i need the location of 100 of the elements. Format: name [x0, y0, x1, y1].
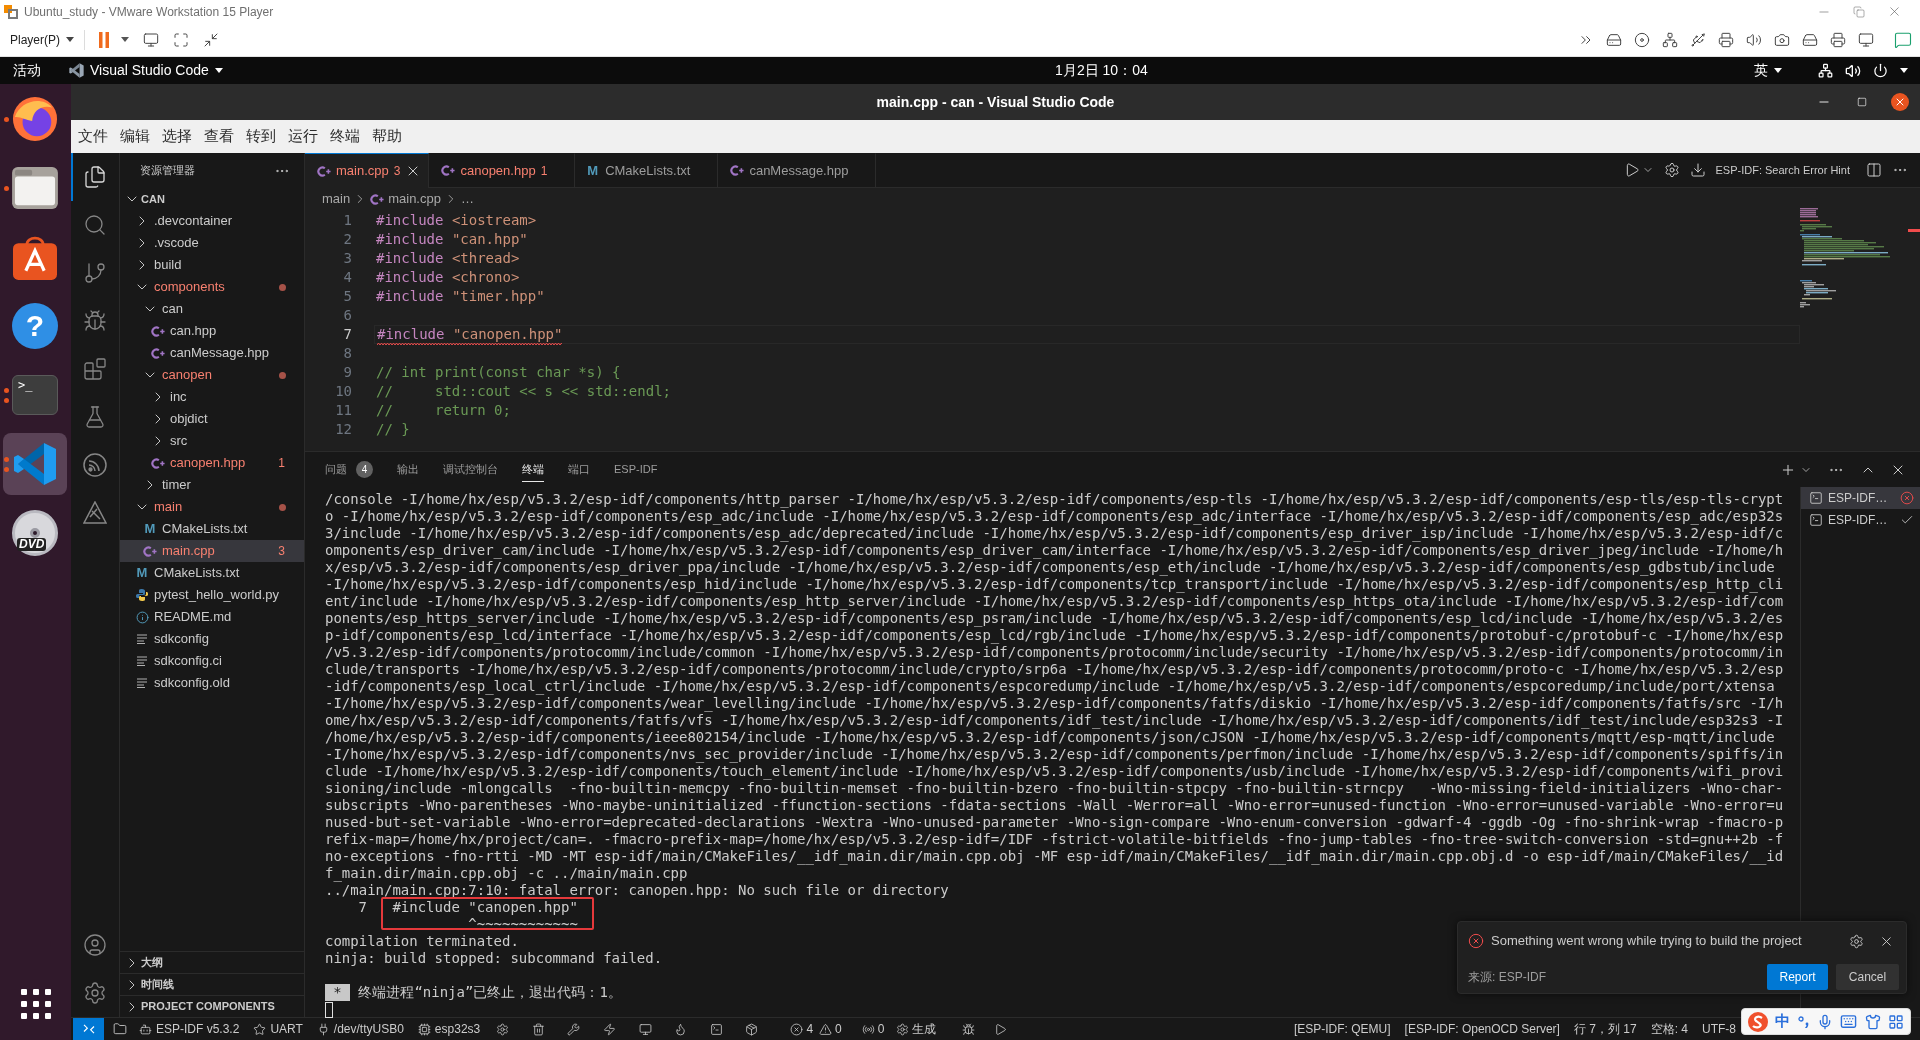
maximize-icon[interactable] — [1857, 97, 1867, 107]
folder-icon[interactable] — [113, 1022, 127, 1036]
player-menu[interactable]: Player(P) — [6, 27, 78, 52]
network-icon[interactable] — [1662, 31, 1678, 48]
panel-tab[interactable]: ESP-IDF — [614, 457, 658, 482]
menu-item[interactable]: 运行 — [282, 125, 324, 148]
file-item[interactable]: M CMakeLists.txt — [120, 562, 304, 584]
build-button[interactable]: 生成 — [896, 1020, 937, 1038]
settings-icon[interactable] — [83, 981, 107, 1005]
gear-icon[interactable] — [496, 1022, 510, 1036]
search-error-hint-button[interactable]: ESP-IDF: Search Error Hint — [1715, 161, 1850, 179]
account-icon[interactable] — [83, 933, 107, 957]
panel-tab[interactable]: 端口 — [568, 457, 590, 482]
folder-item[interactable]: build — [120, 254, 304, 276]
menu-item[interactable]: 帮助 — [366, 125, 408, 148]
terminal-icon[interactable] — [709, 1022, 723, 1036]
panel-tab[interactable]: 调试控制台 — [443, 457, 498, 482]
file-item[interactable]: can.hpp — [120, 320, 304, 342]
status-item[interactable]: [ESP-IDF: QEMU] — [1293, 1020, 1391, 1038]
file-item[interactable]: sdkconfig.old — [120, 672, 304, 694]
menu-item[interactable]: 终端 — [324, 125, 366, 148]
folder-item[interactable]: src — [120, 430, 304, 452]
folder-item[interactable]: main — [120, 496, 304, 518]
file-item[interactable]: sdkconfig — [120, 628, 304, 650]
status-item[interactable]: esp32s3 — [417, 1020, 481, 1038]
terminal-tab[interactable]: ESP-IDF… — [1801, 487, 1920, 509]
shirt-icon[interactable] — [1864, 1013, 1881, 1030]
status-item[interactable]: ESP-IDF v5.3.2 — [139, 1020, 240, 1038]
breadcrumb-item[interactable]: main — [322, 189, 351, 209]
editor-tab[interactable]: M CMakeLists.txt — [575, 153, 719, 187]
bug-icon[interactable] — [962, 1022, 976, 1036]
activities-button[interactable]: 活动 — [0, 60, 51, 81]
status-item[interactable]: UART — [253, 1020, 303, 1038]
play-icon[interactable] — [994, 1022, 1008, 1036]
box-icon[interactable] — [745, 1022, 759, 1036]
lightning-icon[interactable] — [603, 1022, 616, 1036]
breadcrumb-item[interactable]: main.cpp — [370, 189, 441, 209]
monitor-icon[interactable] — [1858, 31, 1874, 48]
trash-icon[interactable] — [531, 1022, 545, 1036]
status-item[interactable]: 空格: 4 — [1650, 1020, 1688, 1038]
disc-icon[interactable] — [1634, 31, 1650, 48]
swirl-logo-icon[interactable] — [1748, 1011, 1768, 1032]
grid-icon[interactable] — [1887, 1013, 1904, 1030]
flame-icon[interactable] — [674, 1022, 688, 1036]
gear-icon[interactable] — [1849, 933, 1864, 949]
microphone-icon[interactable] — [1817, 1013, 1833, 1030]
folder-item[interactable]: timer — [120, 474, 304, 496]
branch-icon[interactable] — [83, 261, 107, 285]
hard-drive-icon[interactable] — [1802, 31, 1818, 48]
printer-icon[interactable] — [1830, 31, 1846, 48]
panel-tab[interactable]: 输出 — [397, 457, 419, 482]
wrench-icon[interactable] — [567, 1022, 581, 1036]
section-header[interactable]: 大纲 — [120, 951, 304, 973]
shrink-arrows-icon[interactable] — [203, 31, 219, 48]
bug-icon[interactable] — [83, 309, 107, 333]
status-item[interactable]: [ESP-IDF: OpenOCD Server] — [1404, 1020, 1560, 1038]
status-item[interactable]: /dev/ttyUSB0 — [316, 1020, 404, 1038]
menu-item[interactable]: 文件 — [72, 125, 114, 148]
remote-button[interactable] — [73, 1018, 104, 1040]
editor-tab[interactable]: canMessage.hpp — [718, 153, 877, 187]
usb-icon[interactable] — [1690, 31, 1706, 48]
fullscreen-icon[interactable] — [173, 31, 189, 48]
camera-icon[interactable] — [1774, 31, 1790, 48]
files-icon[interactable] — [83, 165, 107, 189]
problems-button[interactable]: 4 0 — [790, 1020, 842, 1038]
file-item[interactable]: sdkconfig.ci — [120, 650, 304, 672]
network-icon[interactable] — [1818, 63, 1833, 78]
keyboard-icon[interactable] — [1840, 1013, 1858, 1030]
extensions-icon[interactable] — [83, 357, 107, 381]
hard-drive-icon[interactable] — [1606, 31, 1622, 48]
triangle-tool-icon[interactable] — [83, 501, 107, 525]
file-item[interactable]: canopen.hpp 1 — [120, 452, 304, 474]
flask-icon[interactable] — [83, 405, 107, 429]
folder-item[interactable]: inc — [120, 386, 304, 408]
app-grid-icon[interactable] — [20, 989, 51, 1019]
terminal-tab[interactable]: ESP-IDF… — [1801, 509, 1920, 531]
power-icon[interactable] — [1873, 63, 1888, 78]
split-editor-icon[interactable] — [1866, 162, 1882, 178]
file-item[interactable]: pytest_hello_world.py — [120, 584, 304, 606]
workspace-header[interactable]: CAN — [120, 188, 304, 210]
folder-item[interactable]: .devcontainer — [120, 210, 304, 232]
panel-tab[interactable]: 终端 — [522, 457, 544, 482]
menu-item[interactable]: 转到 — [240, 125, 282, 148]
app-menu[interactable]: Visual Studio Code — [69, 60, 223, 81]
search-icon[interactable] — [83, 213, 107, 237]
status-item[interactable]: UTF-8 — [1702, 1020, 1736, 1038]
report-button[interactable]: Report — [1767, 963, 1828, 990]
punctuation-icon[interactable] — [1797, 1015, 1810, 1028]
section-header[interactable]: 时间线 — [120, 973, 304, 995]
file-item[interactable]: canMessage.hpp — [120, 342, 304, 364]
folder-item[interactable]: can — [120, 298, 304, 320]
menu-item[interactable]: 查看 — [198, 125, 240, 148]
file-item[interactable]: README.md — [120, 606, 304, 628]
folder-item[interactable]: objdict — [120, 408, 304, 430]
gear-icon[interactable] — [1663, 162, 1680, 178]
speaker-icon[interactable] — [1746, 31, 1762, 48]
status-item[interactable]: 行 7，列 17 — [1573, 1020, 1637, 1038]
panel-tab[interactable]: 问题 4 — [325, 457, 373, 482]
cancel-button[interactable]: Cancel — [1836, 963, 1899, 990]
input-mode-toggle[interactable]: 中 — [1775, 1010, 1791, 1033]
